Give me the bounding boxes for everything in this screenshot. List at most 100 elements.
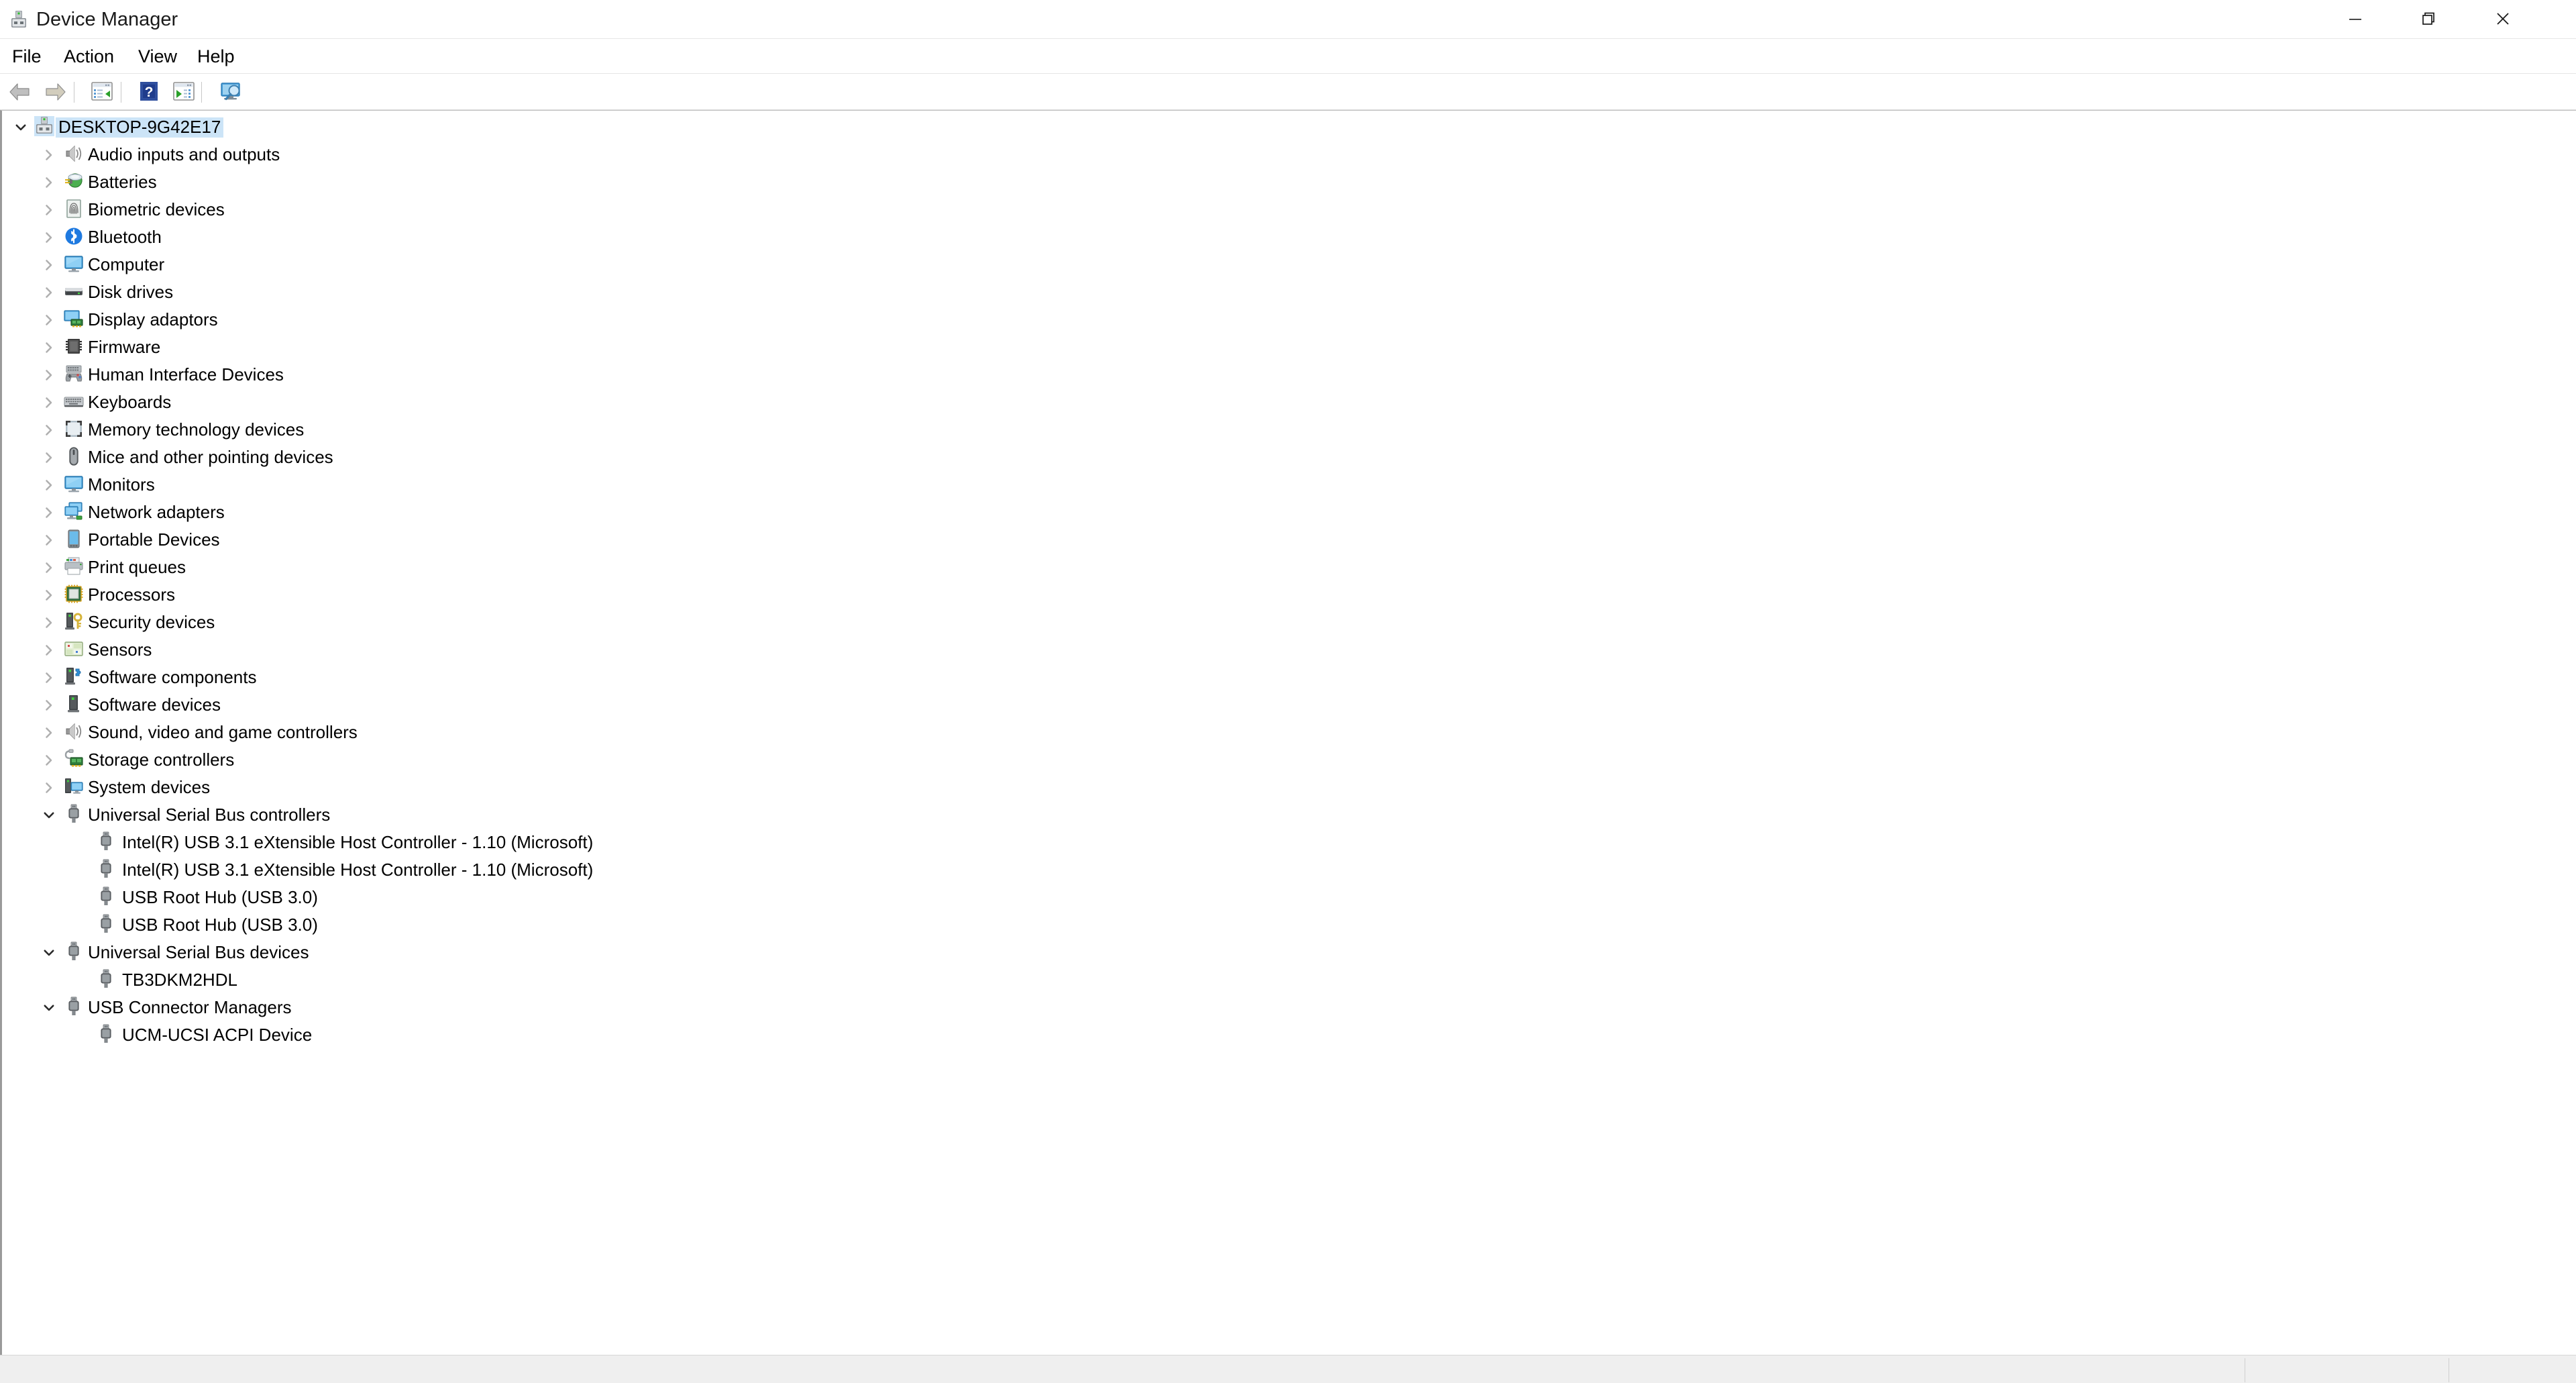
tree-item-audio-inputs-and-outputs[interactable]: Audio inputs and outputs bbox=[2, 140, 2571, 167]
mouse-icon bbox=[64, 446, 84, 466]
monitor-icon bbox=[64, 474, 84, 494]
tree-item-software-devices[interactable]: Software devices bbox=[2, 690, 2571, 717]
tree-item-processors[interactable]: Processors bbox=[2, 580, 2571, 607]
forward-button[interactable] bbox=[39, 79, 71, 105]
tree-item-intelr-usb-31-extensible-host-controller-110-mic[interactable]: Intel(R) USB 3.1 eXtensible Host Control… bbox=[2, 855, 2571, 882]
tree-item-desktop-9g42e17[interactable]: DESKTOP-9G42E17 bbox=[2, 112, 2571, 140]
tree-item-storage-controllers[interactable]: Storage controllers bbox=[2, 745, 2571, 772]
tree-item-label: Universal Serial Bus devices bbox=[88, 942, 309, 962]
tree-item-spacer bbox=[68, 855, 87, 882]
scan-hardware-changes-button[interactable] bbox=[215, 79, 247, 105]
chevron-right-icon[interactable] bbox=[40, 690, 58, 717]
chevron-right-icon[interactable] bbox=[40, 580, 58, 607]
chevron-right-icon[interactable] bbox=[40, 167, 58, 195]
chevron-right-icon[interactable] bbox=[40, 772, 58, 800]
chevron-right-icon[interactable] bbox=[40, 415, 58, 442]
chevron-right-icon[interactable] bbox=[40, 607, 58, 635]
chevron-right-icon[interactable] bbox=[40, 635, 58, 662]
chevron-right-icon[interactable] bbox=[40, 360, 58, 387]
tree-item-spacer bbox=[68, 827, 87, 855]
chevron-right-icon[interactable] bbox=[40, 717, 58, 745]
hid-gamepad-icon bbox=[64, 364, 84, 384]
tree-item-firmware[interactable]: Firmware bbox=[2, 332, 2571, 360]
tree-item-spacer bbox=[68, 965, 87, 992]
tree-item-biometric-devices[interactable]: Biometric devices bbox=[2, 195, 2571, 222]
menu-item-file[interactable]: File bbox=[12, 46, 42, 67]
tree-item-network-adapters[interactable]: Network adapters bbox=[2, 497, 2571, 525]
tree-item-label: USB Root Hub (USB 3.0) bbox=[122, 887, 318, 907]
tree-item-disk-drives[interactable]: Disk drives bbox=[2, 277, 2571, 305]
tree-item-label: Sensors bbox=[88, 639, 152, 660]
tree-item-universal-serial-bus-devices[interactable]: Universal Serial Bus devices bbox=[2, 937, 2571, 965]
chevron-right-icon[interactable] bbox=[40, 305, 58, 332]
tree-item-batteries[interactable]: Batteries bbox=[2, 167, 2571, 195]
tree-item-human-interface-devices[interactable]: Human Interface Devices bbox=[2, 360, 2571, 387]
menu-item-help[interactable]: Help bbox=[197, 46, 235, 67]
tree-item-portable-devices[interactable]: Portable Devices bbox=[2, 525, 2571, 552]
tree-item-sound-video-and-game-controllers[interactable]: Sound, video and game controllers bbox=[2, 717, 2571, 745]
toolbar: ? bbox=[0, 74, 2576, 110]
back-button[interactable] bbox=[4, 79, 36, 105]
tree-item-usb-root-hub-usb-30[interactable]: USB Root Hub (USB 3.0) bbox=[2, 882, 2571, 910]
chevron-right-icon[interactable] bbox=[40, 470, 58, 497]
fingerprint-icon bbox=[64, 199, 84, 219]
tree-item-label: Intel(R) USB 3.1 eXtensible Host Control… bbox=[122, 860, 594, 880]
usb-icon bbox=[96, 831, 116, 852]
usb-icon bbox=[64, 941, 84, 962]
usb-icon bbox=[96, 859, 116, 879]
tree-item-tb3dkm2hdl[interactable]: TB3DKM2HDL bbox=[2, 965, 2571, 992]
tree-item-ucm-ucsi-acpi-device[interactable]: UCM-UCSI ACPI Device bbox=[2, 1020, 2571, 1047]
tree-item-security-devices[interactable]: Security devices bbox=[2, 607, 2571, 635]
close-button[interactable] bbox=[2466, 0, 2540, 38]
tree-item-memory-technology-devices[interactable]: Memory technology devices bbox=[2, 415, 2571, 442]
chevron-right-icon[interactable] bbox=[40, 525, 58, 552]
disk-drive-icon bbox=[64, 281, 84, 301]
software-component-icon bbox=[64, 666, 84, 686]
menu-item-action[interactable]: Action bbox=[64, 46, 114, 67]
tree-item-system-devices[interactable]: System devices bbox=[2, 772, 2571, 800]
chevron-right-icon[interactable] bbox=[40, 745, 58, 772]
chevron-right-icon[interactable] bbox=[40, 140, 58, 167]
device-tree-panel[interactable]: DESKTOP-9G42E17 Audio inputs and outputs… bbox=[0, 110, 2576, 1355]
tree-item-label: Network adapters bbox=[88, 502, 225, 522]
chevron-right-icon[interactable] bbox=[40, 552, 58, 580]
chevron-right-icon[interactable] bbox=[40, 442, 58, 470]
tree-item-sensors[interactable]: Sensors bbox=[2, 635, 2571, 662]
tree-item-mice-and-other-pointing-devices[interactable]: Mice and other pointing devices bbox=[2, 442, 2571, 470]
tree-item-usb-root-hub-usb-30[interactable]: USB Root Hub (USB 3.0) bbox=[2, 910, 2571, 937]
tree-item-bluetooth[interactable]: Bluetooth bbox=[2, 222, 2571, 250]
tree-item-monitors[interactable]: Monitors bbox=[2, 470, 2571, 497]
chevron-down-icon[interactable] bbox=[40, 992, 58, 1020]
help-button[interactable]: ? bbox=[133, 79, 165, 105]
chevron-right-icon[interactable] bbox=[40, 662, 58, 690]
minimize-button[interactable] bbox=[2318, 0, 2392, 38]
chevron-right-icon[interactable] bbox=[40, 387, 58, 415]
menu-item-view[interactable]: View bbox=[138, 46, 177, 67]
tree-item-label: Sound, video and game controllers bbox=[88, 722, 358, 742]
update-driver-button[interactable] bbox=[168, 79, 200, 105]
tree-item-display-adaptors[interactable]: Display adaptors bbox=[2, 305, 2571, 332]
chevron-down-icon[interactable] bbox=[40, 800, 58, 827]
properties-button[interactable] bbox=[86, 79, 118, 105]
tree-item-universal-serial-bus-controllers[interactable]: Universal Serial Bus controllers bbox=[2, 800, 2571, 827]
computer-device-icon bbox=[34, 116, 54, 136]
chevron-down-icon[interactable] bbox=[40, 937, 58, 965]
tree-item-print-queues[interactable]: Print queues bbox=[2, 552, 2571, 580]
restore-button[interactable] bbox=[2392, 0, 2466, 38]
tree-item-label: Universal Serial Bus controllers bbox=[88, 805, 331, 825]
usb-icon bbox=[96, 886, 116, 907]
chevron-down-icon[interactable] bbox=[11, 112, 30, 140]
chevron-right-icon[interactable] bbox=[40, 277, 58, 305]
chevron-right-icon[interactable] bbox=[40, 497, 58, 525]
chevron-right-icon[interactable] bbox=[40, 250, 58, 277]
chevron-right-icon[interactable] bbox=[40, 332, 58, 360]
tree-item-spacer bbox=[68, 1020, 87, 1047]
tree-item-intelr-usb-31-extensible-host-controller-110-mic[interactable]: Intel(R) USB 3.1 eXtensible Host Control… bbox=[2, 827, 2571, 855]
chevron-right-icon[interactable] bbox=[40, 195, 58, 222]
tree-item-keyboards[interactable]: Keyboards bbox=[2, 387, 2571, 415]
tree-item-software-components[interactable]: Software components bbox=[2, 662, 2571, 690]
tree-item-computer[interactable]: Computer bbox=[2, 250, 2571, 277]
tree-item-label: Intel(R) USB 3.1 eXtensible Host Control… bbox=[122, 832, 594, 852]
chevron-right-icon[interactable] bbox=[40, 222, 58, 250]
tree-item-usb-connector-managers[interactable]: USB Connector Managers bbox=[2, 992, 2571, 1020]
